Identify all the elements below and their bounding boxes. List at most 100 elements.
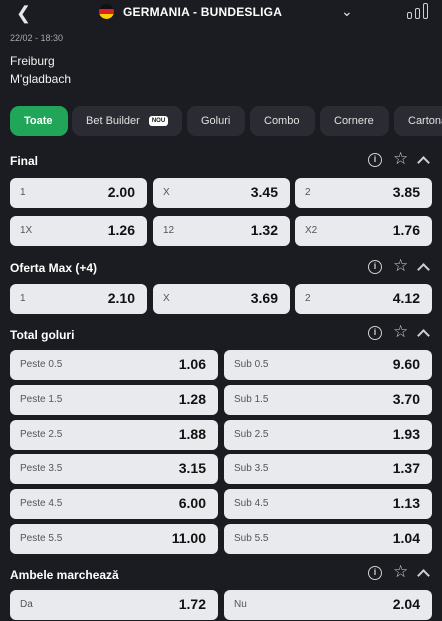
odd-value: 3.70 [392, 391, 420, 407]
collapse-icon[interactable] [417, 569, 430, 582]
odd-label: Sub 5.5 [234, 533, 269, 544]
odd-button[interactable]: 2 3.85 [295, 178, 432, 208]
odd-label: 2 [305, 187, 311, 198]
back-arrow-icon[interactable]: ❮ [16, 3, 31, 24]
odd-button[interactable]: X2 1.76 [295, 216, 432, 246]
odd-value: 4.12 [392, 290, 420, 306]
home-team: Freiburg [10, 54, 55, 68]
collapse-icon[interactable] [417, 329, 430, 342]
tab-cornere[interactable]: Cornere [320, 106, 389, 136]
star-icon[interactable]: ☆ [393, 323, 408, 340]
tab-label: Toate [24, 115, 53, 127]
odd-label: X [163, 293, 170, 304]
odd-label: Sub 4.5 [234, 498, 269, 509]
tab-cartonase[interactable]: Cartonase [394, 106, 442, 136]
tab-label: Goluri [201, 115, 231, 127]
odd-label: Peste 0.5 [20, 359, 63, 370]
odd-label: Sub 0.5 [234, 359, 269, 370]
odd-button[interactable]: Peste 4.5 6.00 [10, 489, 218, 519]
section-actions: i ☆ [368, 563, 434, 582]
odd-value: 1.04 [392, 530, 420, 546]
odd-label: 1 [20, 293, 26, 304]
new-badge: NOU [148, 116, 169, 126]
odd-label: Peste 4.5 [20, 498, 63, 509]
info-icon[interactable]: i [368, 153, 382, 167]
odd-button[interactable]: Peste 5.5 11.00 [10, 524, 218, 554]
section-title-ambele-marcheaza: Ambele marchează [10, 568, 119, 582]
odd-button[interactable]: Sub 0.5 9.60 [224, 350, 432, 380]
odd-value: 2.10 [107, 290, 135, 306]
odd-value: 1.37 [392, 460, 420, 476]
tab-toate[interactable]: Toate [10, 106, 68, 136]
info-icon[interactable]: i [368, 326, 382, 340]
odd-value: 1.88 [178, 426, 206, 442]
tab-label: Cartonase [408, 115, 442, 127]
star-icon[interactable]: ☆ [393, 150, 408, 167]
odd-value: 3.15 [178, 460, 206, 476]
odd-label: 12 [163, 225, 175, 236]
germany-flag-icon [99, 4, 114, 19]
odd-value: 1.32 [250, 222, 278, 238]
odd-button[interactable]: Sub 1.5 3.70 [224, 385, 432, 415]
odd-button[interactable]: 1 2.00 [10, 178, 147, 208]
odd-value: 6.00 [178, 495, 206, 511]
top-bar: ❮ GERMANIA - BUNDESLIGA ⌄ [0, 0, 442, 28]
star-icon[interactable]: ☆ [393, 563, 408, 580]
tab-goluri[interactable]: Goluri [187, 106, 245, 136]
odd-value: 1.06 [178, 356, 206, 372]
collapse-icon[interactable] [417, 156, 430, 169]
star-icon[interactable]: ☆ [393, 257, 408, 274]
odd-button[interactable]: Peste 3.5 3.15 [10, 454, 218, 484]
tab-bet-builder[interactable]: Bet Builder NOU [72, 106, 182, 136]
odd-button[interactable]: Sub 5.5 1.04 [224, 524, 432, 554]
odd-button[interactable]: Peste 0.5 1.06 [10, 350, 218, 380]
odd-button[interactable]: Nu 2.04 [224, 590, 432, 620]
odd-value: 2.04 [392, 596, 420, 612]
odd-button[interactable]: Sub 3.5 1.37 [224, 454, 432, 484]
chevron-down-icon[interactable]: ⌄ [341, 3, 353, 20]
odd-button[interactable]: X 3.69 [153, 284, 290, 314]
odd-button[interactable]: 1 2.10 [10, 284, 147, 314]
stats-icon[interactable] [407, 3, 429, 19]
info-icon[interactable]: i [368, 260, 382, 274]
section-actions: i ☆ [368, 257, 434, 276]
odd-label: Peste 5.5 [20, 533, 63, 544]
odd-label: 2 [305, 293, 311, 304]
odd-label: Da [20, 599, 33, 610]
odd-value: 9.60 [392, 356, 420, 372]
odd-button[interactable]: X 3.45 [153, 178, 290, 208]
odd-value: 1.72 [178, 596, 206, 612]
odd-button[interactable]: 1X 1.26 [10, 216, 147, 246]
section-actions: i ☆ [368, 323, 434, 342]
odd-value: 3.45 [250, 184, 278, 200]
tab-label: Cornere [334, 115, 374, 127]
odd-value: 1.26 [107, 222, 135, 238]
odd-label: X2 [305, 225, 318, 236]
odd-button[interactable]: Peste 2.5 1.88 [10, 420, 218, 450]
odd-button[interactable]: Peste 1.5 1.28 [10, 385, 218, 415]
odd-button[interactable]: 12 1.32 [153, 216, 290, 246]
odd-button[interactable]: Sub 4.5 1.13 [224, 489, 432, 519]
odd-button[interactable]: 2 4.12 [295, 284, 432, 314]
section-actions: i ☆ [368, 150, 434, 169]
odd-button[interactable]: Sub 2.5 1.93 [224, 420, 432, 450]
odd-value: 11.00 [171, 530, 206, 546]
info-icon[interactable]: i [368, 566, 382, 580]
market-tabs: Toate Bet Builder NOU Goluri Combo Corner… [10, 106, 442, 136]
odd-label: X [163, 187, 170, 198]
odd-label: Peste 2.5 [20, 429, 63, 440]
odd-value: 1.28 [178, 391, 206, 407]
tab-label: Combo [264, 115, 300, 127]
section-title-oferta-max: Oferta Max (+4) [10, 261, 98, 275]
odd-label: Nu [234, 599, 247, 610]
tab-label: Bet Builder [86, 115, 140, 127]
collapse-icon[interactable] [417, 263, 430, 276]
away-team: M'gladbach [10, 72, 71, 86]
odd-value: 3.69 [250, 290, 278, 306]
tab-combo[interactable]: Combo [250, 106, 315, 136]
league-title[interactable]: GERMANIA - BUNDESLIGA [123, 5, 282, 19]
odd-value: 1.13 [392, 495, 420, 511]
odd-label: Sub 1.5 [234, 394, 269, 405]
odd-label: Sub 3.5 [234, 463, 269, 474]
odd-button[interactable]: Da 1.72 [10, 590, 218, 620]
